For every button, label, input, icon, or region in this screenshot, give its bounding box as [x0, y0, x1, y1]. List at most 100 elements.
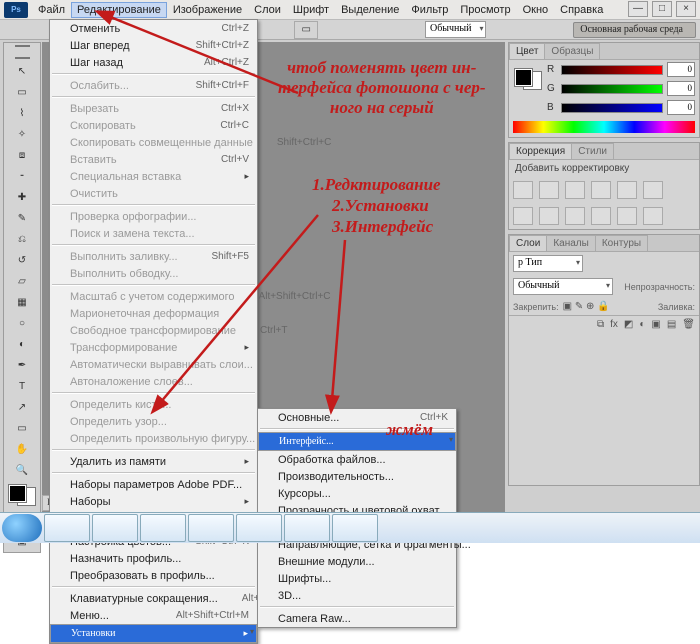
menu-item[interactable]: 3D... [258, 587, 456, 604]
g-slider[interactable] [561, 84, 663, 94]
b-slider[interactable] [561, 103, 663, 113]
adj-icon[interactable] [591, 207, 611, 225]
spectrum-ramp[interactable] [513, 121, 695, 133]
trash-icon[interactable]: 🗑 [682, 319, 695, 330]
task-button[interactable] [284, 514, 330, 542]
g-value[interactable]: 0 [667, 81, 695, 96]
tab-color[interactable]: Цвет [509, 43, 545, 59]
folder-icon[interactable]: ▣ [651, 319, 660, 330]
adj-icon[interactable] [539, 207, 559, 225]
menu-item[interactable]: Основные...Ctrl+K [258, 409, 456, 426]
sel-mode-icon[interactable]: ▭ [294, 21, 318, 39]
adj-icon[interactable] [643, 207, 663, 225]
menu-item[interactable]: ОтменитьCtrl+Z [50, 20, 257, 37]
layer-filter-select[interactable]: p Тип [513, 255, 583, 272]
wand-tool[interactable]: ✧ [8, 124, 36, 144]
task-button[interactable] [236, 514, 282, 542]
tab-styles[interactable]: Стили [571, 143, 614, 159]
menu-help[interactable]: Справка [554, 2, 609, 18]
brush-tool[interactable]: ✎ [8, 208, 36, 228]
menu-item[interactable]: Меню...Alt+Shift+Ctrl+M [50, 607, 257, 624]
menu-type[interactable]: Шрифт [287, 2, 335, 18]
start-button[interactable] [2, 514, 42, 542]
shape-tool[interactable]: ▭ [8, 418, 36, 438]
crop-tool[interactable]: ⧈ [8, 145, 36, 165]
menu-image[interactable]: Изображение [167, 2, 248, 18]
fg-color-swatch[interactable] [9, 485, 26, 502]
eyedrop-tool[interactable]: ⁃ [8, 166, 36, 186]
task-button[interactable] [140, 514, 186, 542]
heal-tool[interactable]: ✚ [8, 187, 36, 207]
dodge-tool[interactable]: ◐ [8, 334, 36, 354]
menu-edit[interactable]: Редактирование [71, 2, 167, 18]
tab-swatches[interactable]: Образцы [544, 43, 600, 59]
close-button[interactable]: × [676, 1, 696, 17]
minimize-button[interactable]: — [628, 1, 648, 17]
menu-item[interactable]: Удалить из памяти▸ [50, 453, 257, 470]
menu-file[interactable]: Файл [32, 2, 71, 18]
menu-window[interactable]: Окно [517, 2, 555, 18]
r-slider[interactable] [561, 65, 663, 75]
maximize-button[interactable]: □ [652, 1, 672, 17]
pen-tool[interactable]: ✒ [8, 355, 36, 375]
task-button[interactable] [44, 514, 90, 542]
hand-tool[interactable]: ✋ [8, 439, 36, 459]
mask-icon[interactable]: ◩ [624, 319, 633, 330]
menu-item[interactable]: Интерфейс... [258, 432, 456, 451]
new-layer-icon[interactable]: ▤ [667, 319, 676, 330]
menu-item[interactable]: Наборы параметров Adobe PDF... [50, 476, 257, 493]
menu-filter[interactable]: Фильтр [405, 2, 454, 18]
menu-item[interactable]: Установки▸ [50, 624, 257, 643]
menu-layers[interactable]: Слои [248, 2, 287, 18]
b-value[interactable]: 0 [667, 100, 695, 115]
panel-grip-icon[interactable] [15, 45, 30, 59]
tab-adjust[interactable]: Коррекция [509, 143, 572, 159]
menu-select[interactable]: Выделение [335, 2, 405, 18]
menu-item[interactable]: Обработка файлов... [258, 451, 456, 468]
adj-icon[interactable] [643, 181, 663, 199]
menu-item[interactable]: Назначить профиль... [50, 550, 257, 567]
menu-item[interactable]: Шаг назадAlt+Ctrl+Z [50, 54, 257, 71]
panel-color-swatch[interactable] [513, 67, 543, 91]
stamp-tool[interactable]: ⎌ [8, 229, 36, 249]
tab-paths[interactable]: Контуры [595, 235, 648, 251]
adj-icon[interactable] [565, 207, 585, 225]
menu-item[interactable]: Внешние модули... [258, 553, 456, 570]
adj-icon[interactable] [539, 181, 559, 199]
menu-item[interactable]: Наборы▸ [50, 493, 257, 510]
task-button[interactable] [332, 514, 378, 542]
link-icon[interactable]: ⧉ [597, 319, 604, 330]
marquee-tool[interactable]: ▭ [8, 82, 36, 102]
gradient-tool[interactable]: ▦ [8, 292, 36, 312]
fx-icon[interactable]: fx [610, 319, 618, 330]
eraser-tool[interactable]: ▱ [8, 271, 36, 291]
adj-icon[interactable] [617, 181, 637, 199]
color-swatches[interactable] [7, 483, 37, 507]
adj-icon[interactable] [565, 181, 585, 199]
menu-item[interactable]: Преобразовать в профиль... [50, 567, 257, 584]
lasso-tool[interactable]: ⌇ [8, 103, 36, 123]
fill-icon[interactable]: ◐ [639, 319, 645, 330]
history-brush-tool[interactable]: ↺ [8, 250, 36, 270]
workspace-switcher[interactable]: Основная рабочая среда [573, 22, 696, 38]
type-tool[interactable]: T [8, 376, 36, 396]
menu-item[interactable]: Производительность... [258, 468, 456, 485]
path-tool[interactable]: ↗ [8, 397, 36, 417]
zoom-tool[interactable]: 🔍 [8, 460, 36, 480]
menu-item[interactable]: Шаг впередShift+Ctrl+Z [50, 37, 257, 54]
menu-view[interactable]: Просмотр [454, 2, 516, 18]
menu-item[interactable]: Camera Raw... [258, 610, 456, 627]
adj-icon[interactable] [591, 181, 611, 199]
menu-item[interactable]: Клавиатурные сокращения...Alt+Shift+Ctrl… [50, 590, 257, 607]
tab-layers[interactable]: Слои [509, 235, 547, 251]
task-button[interactable] [188, 514, 234, 542]
adj-icon[interactable] [513, 181, 533, 199]
tab-channels[interactable]: Каналы [546, 235, 596, 251]
menu-item[interactable]: Шрифты... [258, 570, 456, 587]
blend-mode-select[interactable]: Обычный [513, 278, 613, 295]
move-tool[interactable]: ↖ [8, 61, 36, 81]
r-value[interactable]: 0 [667, 62, 695, 77]
adj-icon[interactable] [513, 207, 533, 225]
menu-item[interactable]: Курсоры... [258, 485, 456, 502]
style-select[interactable]: Обычный [425, 21, 486, 38]
